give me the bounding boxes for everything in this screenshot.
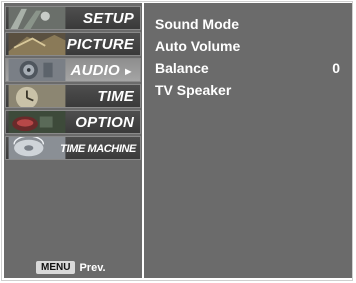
menu-key-badge: MENU (36, 261, 76, 275)
picture-thumbnail-icon (6, 33, 68, 55)
menu-item-audio[interactable]: AUDIO ► (5, 58, 141, 82)
menu-item-option[interactable]: OPTION (5, 110, 141, 134)
menu-item-label: TIME MACHINE (60, 143, 136, 155)
menu-item-picture[interactable]: PICTURE (5, 32, 141, 56)
audio-submenu-panel: Sound Mode Auto Volume Balance 0 TV Spea… (144, 3, 352, 278)
prev-label: Prev. (79, 261, 106, 274)
submenu-arrow-icon: ► (122, 66, 134, 78)
main-menu-panel: SETUP PICTURE AUDIO ► TIME OPTION TIME M… (4, 3, 142, 278)
menu-item-time[interactable]: TIME (5, 84, 141, 108)
option-balance[interactable]: Balance (155, 60, 209, 76)
option-auto-volume[interactable]: Auto Volume (155, 38, 240, 54)
option-tv-speaker[interactable]: TV Speaker (155, 82, 231, 98)
time-thumbnail-icon (6, 85, 68, 107)
menu-item-label: SETUP (82, 10, 134, 27)
menu-item-time-machine[interactable]: TIME MACHINE (5, 136, 141, 160)
menu-item-label: OPTION (75, 114, 134, 131)
menu-item-label: PICTURE (66, 36, 134, 53)
audio-thumbnail-icon (6, 59, 68, 81)
footer-hint: MENU Prev. (36, 259, 106, 277)
balance-value: 0 (332, 60, 340, 76)
menu-item-label: AUDIO ► (70, 62, 134, 79)
time-machine-thumbnail-icon (6, 137, 68, 159)
setup-thumbnail-icon (6, 7, 68, 29)
option-thumbnail-icon (6, 111, 68, 133)
menu-item-label: TIME (97, 88, 134, 105)
option-sound-mode[interactable]: Sound Mode (155, 16, 239, 32)
menu-item-setup[interactable]: SETUP (5, 6, 141, 30)
